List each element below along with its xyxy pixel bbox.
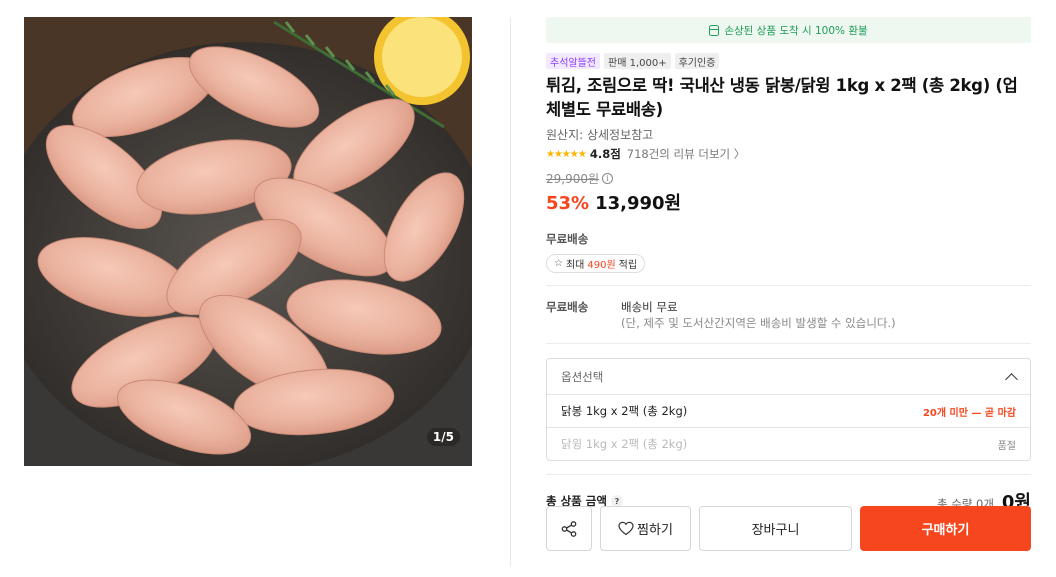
product-info: 손상된 상품 도착 시 100% 환불 추석알뜰전 판매 1,000+ 후기인증… [546, 17, 1031, 513]
delivery-note: (단, 제주 및 도서산간지역은 배송비 발생할 수 있습니다.) [621, 316, 896, 330]
option-item-name: 닭윙 1kg x 2팩 (총 2kg) [561, 437, 688, 451]
refund-banner: 손상된 상품 도착 시 100% 환불 [546, 17, 1031, 43]
delivery-key: 무료배송 [546, 300, 589, 314]
option-item-name: 닭봉 1kg x 2팩 (총 2kg) [561, 404, 688, 418]
point-chip: ☆ 최대 490원 적립 [546, 254, 646, 273]
wishlist-label: 찜하기 [637, 523, 673, 538]
badge-list: 추석알뜰전 판매 1,000+ 후기인증 [546, 53, 1031, 69]
point-amount: 490원 [587, 260, 616, 271]
section-divider [546, 285, 1031, 286]
coin-icon [709, 24, 720, 36]
review-more-link[interactable]: 718건의 리뷰 더보기 〉 [627, 146, 745, 162]
sale-price: 13,990원 [595, 193, 682, 214]
delivery-value: 배송비 무료 [621, 300, 678, 314]
rating-score: 4.8점 [589, 147, 621, 161]
delivery-row: 무료배송 배송비 무료 (단, 제주 및 도서산간지역은 배송비 발생할 수 있… [546, 299, 1031, 331]
option-item-stock-tag: 20개 미만 — 곧 마감 [922, 407, 1016, 419]
option-select-box: 옵션선택 닭봉 1kg x 2팩 (총 2kg) 20개 미만 — 곧 마감 닭… [546, 358, 1031, 461]
option-item-soldout: 닭윙 1kg x 2팩 (총 2kg) 품절 [547, 427, 1030, 460]
shipping-label: 무료배송 [546, 232, 589, 246]
rating-stars-icon: ★★★★★ [546, 148, 587, 160]
product-title: 튀김, 조림으로 딱! 국내산 냉동 닭봉/닭윙 1kg x 2팩 (총 2kg… [546, 76, 1018, 119]
heart-icon [618, 521, 634, 536]
section-divider [546, 474, 1031, 475]
badge-sales: 판매 1,000+ [604, 53, 671, 69]
buy-button[interactable]: 구매하기 [860, 506, 1031, 551]
discount-rate: 53% [546, 193, 590, 214]
share-button[interactable] [546, 506, 592, 551]
point-suffix: 적립 [618, 260, 638, 271]
option-item[interactable]: 닭봉 1kg x 2팩 (총 2kg) 20개 미만 — 곧 마감 [547, 394, 1030, 427]
option-select-header[interactable]: 옵션선택 [547, 359, 1030, 394]
refund-banner-text: 손상된 상품 도착 시 100% 환불 [724, 24, 868, 37]
option-select-label: 옵션선택 [561, 369, 604, 384]
info-icon[interactable]: i [602, 173, 614, 184]
original-price-row: 29,900원 i [546, 170, 1031, 187]
badge-event: 추석알뜰전 [546, 53, 600, 69]
wishlist-button[interactable]: 찜하기 [600, 506, 691, 551]
chevron-up-icon [1005, 372, 1018, 386]
point-star-icon: ☆ [554, 258, 563, 269]
chicken-wings-photo [24, 17, 472, 466]
product-image[interactable]: 1/5 [24, 17, 472, 466]
cart-button[interactable]: 장바구니 [699, 506, 852, 551]
option-item-soldout-tag: 품절 [997, 440, 1016, 452]
price-row: 53% 13,990원 [546, 189, 1031, 215]
image-counter: 1/5 [426, 428, 460, 446]
rating-row: ★★★★★ 4.8점 718건의 리뷰 더보기 〉 [546, 146, 1031, 162]
action-buttons: 찜하기 장바구니 구매하기 [546, 506, 1031, 551]
section-divider [546, 343, 1031, 344]
column-divider [510, 17, 511, 567]
point-prefix: 최대 [565, 260, 585, 271]
original-price: 29,900원 [546, 172, 600, 186]
badge-review-verified: 후기인증 [674, 53, 720, 69]
share-icon [561, 520, 577, 537]
product-origin: 원산지: 상세정보참고 [546, 128, 654, 142]
